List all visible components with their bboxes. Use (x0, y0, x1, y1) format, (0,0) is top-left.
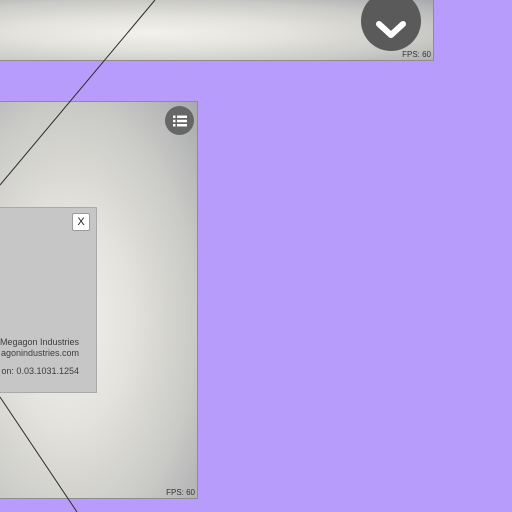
menu-button[interactable] (165, 106, 194, 135)
expand-button[interactable] (361, 0, 421, 51)
chevron-down-icon (376, 21, 406, 38)
version-text: on: 0.03.1031.1254 (1, 366, 79, 376)
close-button[interactable]: X (72, 213, 90, 231)
top-panel: FPS: 60 (0, 0, 434, 61)
company-name: Megagon Industries (0, 337, 79, 347)
main-panel: X Megagon Industries agonindustries.com … (0, 101, 198, 499)
fps-counter: FPS: 60 (166, 488, 195, 497)
about-dialog: X Megagon Industries agonindustries.com … (0, 207, 97, 393)
list-icon (172, 115, 187, 126)
company-website: agonindustries.com (0, 348, 79, 358)
fps-counter: FPS: 60 (402, 50, 431, 59)
